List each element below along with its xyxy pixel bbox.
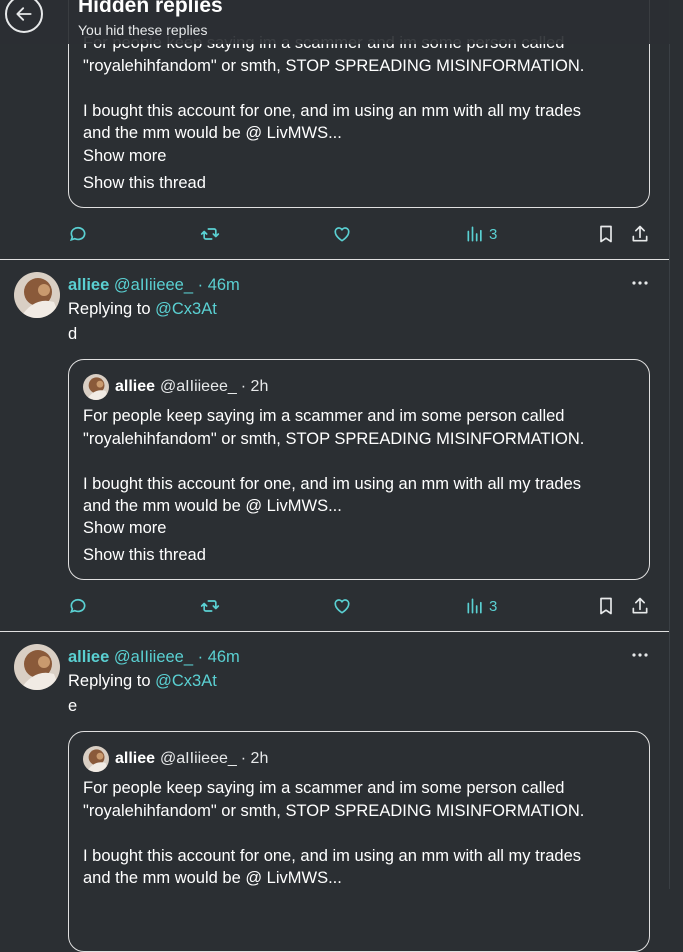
like-button[interactable] [332,591,352,621]
page-subtitle: You hid these replies [78,22,208,38]
user-handle: @aIIiieee_ [160,378,237,395]
ellipsis-icon [632,281,648,285]
bar-chart-icon [467,598,482,614]
user-handle: @aIIiieee_ [160,750,237,767]
quoted-tweet-body: For people keep saying im a scammer and … [83,405,635,518]
quoted-tweet-line: and the mm would be @ LivMWS... [83,869,342,887]
ellipsis-icon [632,653,648,657]
display-name[interactable]: alliee [68,648,109,666]
timestamp[interactable]: · 46m [198,276,240,294]
quoted-tweet-body: For people keep saying im a scammer and … [83,32,635,145]
header-bar: Hidden replies You hid these replies [0,0,670,44]
retweet-icon [200,600,220,612]
like-button[interactable] [332,219,352,249]
reply-header: alliee @aIIiieee_ · 46m [68,274,240,296]
quoted-tweet-line: and the mm would be @ LivMWS... [83,124,342,142]
avatar[interactable] [14,644,60,690]
timestamp[interactable]: · 46m [198,648,240,666]
quoted-tweet-line: "royalehihfandom" or smth, STOP SPREADIN… [83,429,585,448]
views-count: 3 [489,597,498,615]
reply-text: e [68,697,78,715]
quoted-tweet-line: For people keep saying im a scammer and … [83,779,565,797]
quoted-tweet-line: and the mm would be @ LivMWS... [83,497,342,515]
views-count: 3 [489,225,498,243]
bookmark-icon [600,225,612,243]
arrow-left-icon [16,7,32,21]
replying-to-link[interactable]: @Cx3At [155,300,217,318]
show-thread-link[interactable]: Show this thread [83,172,206,195]
share-icon [632,597,648,614]
replying-label: Replying to [68,672,156,690]
quoted-tweet-line: "royalehihfandom" or smth, STOP SPREADIN… [83,56,585,75]
more-options-button[interactable] [631,273,649,298]
retweet-button[interactable] [200,219,220,249]
back-button[interactable] [5,0,43,33]
user-handle[interactable]: @aIIiieee_ [114,648,193,666]
views-button[interactable]: 3 [465,219,497,249]
quoted-tweet-header: alliee @aIIiieee_ · 2h [83,746,268,772]
share-icon [632,225,648,242]
quoted-tweet-line: I bought this account for one, and im us… [83,474,581,493]
show-more-link[interactable]: Show more [83,517,166,540]
replying-to: Replying to @Cx3At [68,298,217,320]
views-button[interactable]: 3 [465,591,497,621]
replying-label: Replying to [68,300,156,318]
quoted-tweet-card[interactable]: alliee @aIIiieee_ · 2h For people keep s… [68,731,650,952]
reply-text: d [68,325,78,343]
quoted-tweet-line: I bought this account for one, and im us… [83,846,581,865]
tweet-actions: 3 [68,591,660,621]
bookmark-button[interactable] [596,591,616,621]
more-options-button[interactable] [631,645,649,670]
retweet-button[interactable] [200,591,220,621]
avatar [83,746,109,772]
heart-icon [334,227,350,242]
user-handle[interactable]: @aIIiieee_ [114,276,193,294]
quoted-tweet-line: For people keep saying im a scammer and … [83,407,565,425]
display-name: alliee [115,750,156,767]
bookmark-button[interactable] [596,219,616,249]
retweet-icon [200,228,220,240]
speech-bubble-icon [69,226,86,242]
heart-icon [334,599,350,614]
scrollbar[interactable] [669,0,683,889]
tweet-actions: 3 [68,219,660,249]
show-more-link[interactable]: Show more [83,145,166,168]
display-name[interactable]: alliee [68,276,109,294]
reply-button[interactable] [68,591,88,621]
avatar[interactable] [14,272,60,318]
replying-to-link[interactable]: @Cx3At [155,672,217,690]
quoted-tweet-card[interactable]: alliee @aIIiieee_ · 2h For people keep s… [68,359,650,580]
show-thread-link[interactable]: Show this thread [83,544,206,567]
quoted-tweet-body: For people keep saying im a scammer and … [83,777,635,890]
reply-button[interactable] [68,219,88,249]
quoted-tweet-header: alliee @aIIiieee_ · 2h [83,374,268,400]
share-button[interactable] [630,591,650,621]
timestamp: · 2h [240,378,269,395]
page-title: Hidden replies [78,0,223,17]
timestamp: · 2h [240,750,269,767]
bar-chart-icon [467,226,482,242]
quoted-tweet-line: "royalehihfandom" or smth, STOP SPREADIN… [83,801,585,820]
reply-header: alliee @aIIiieee_ · 46m [68,646,240,668]
avatar [83,374,109,400]
bookmark-icon [600,597,612,615]
display-name: alliee [115,378,156,395]
replying-to: Replying to @Cx3At [68,670,217,692]
speech-bubble-icon [69,598,86,614]
quoted-tweet-line: I bought this account for one, and im us… [83,101,581,120]
share-button[interactable] [630,219,650,249]
